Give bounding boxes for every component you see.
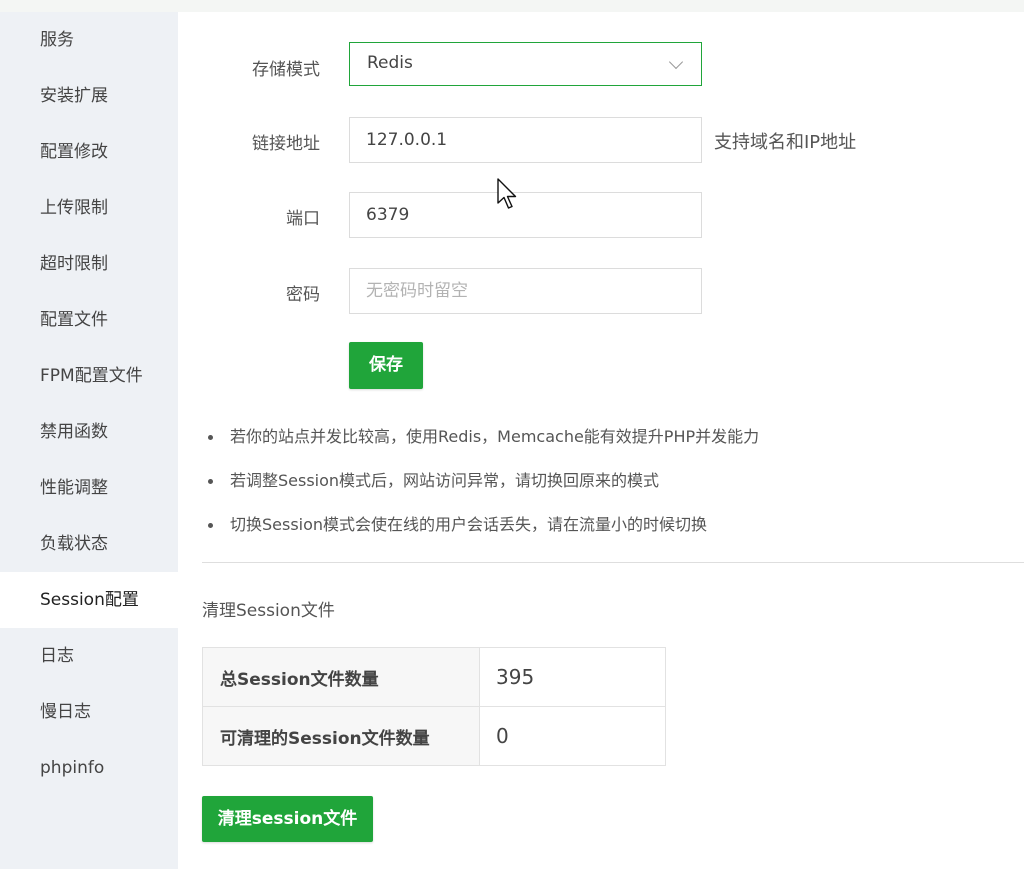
top-bar xyxy=(0,0,1024,12)
port-label: 端口 xyxy=(286,209,320,229)
stat-label: 可清理的Session文件数量 xyxy=(202,706,480,766)
sidebar-item-config-edit[interactable]: 配置修改 xyxy=(0,124,178,180)
stat-value: 0 xyxy=(479,706,666,766)
port-input[interactable]: 6379 xyxy=(349,192,702,238)
session-stats-table: 总Session文件数量 395 可清理的Session文件数量 0 xyxy=(202,647,666,766)
password-label: 密码 xyxy=(286,285,320,305)
sidebar: 服务 安装扩展 配置修改 上传限制 超时限制 配置文件 FPM配置文件 禁用函数… xyxy=(0,12,178,869)
sidebar-item-disabled-functions[interactable]: 禁用函数 xyxy=(0,404,178,460)
sidebar-item-log[interactable]: 日志 xyxy=(0,628,178,684)
table-row: 总Session文件数量 395 xyxy=(202,647,666,707)
sidebar-item-upload-limit[interactable]: 上传限制 xyxy=(0,180,178,236)
sidebar-item-phpinfo[interactable]: phpinfo xyxy=(0,740,178,796)
sidebar-item-load-status[interactable]: 负载状态 xyxy=(0,516,178,572)
chevron-down-icon xyxy=(668,54,684,70)
tip-text: 切换Session模式会使在线的用户会话丢失，请在流量小的时候切换 xyxy=(230,515,708,534)
host-label: 链接地址 xyxy=(252,134,320,154)
tip-item: 切换Session模式会使在线的用户会话丢失，请在流量小的时候切换 xyxy=(202,512,1002,556)
sidebar-item-slow-log[interactable]: 慢日志 xyxy=(0,684,178,740)
table-row: 可清理的Session文件数量 0 xyxy=(202,706,666,766)
main-panel: 存储模式 Redis 链接地址 127.0.0.1 支持域名和IP地址 端口 6… xyxy=(178,12,1024,869)
tip-item: 若你的站点并发比较高，使用Redis，Memcache能有效提升PHP并发能力 xyxy=(202,424,1002,468)
tip-text: 若调整Session模式后，网站访问异常，请切换回原来的模式 xyxy=(230,471,660,490)
tip-item: 若调整Session模式后，网站访问异常，请切换回原来的模式 xyxy=(202,468,1002,512)
save-button[interactable]: 保存 xyxy=(349,342,423,389)
storage-mode-label: 存储模式 xyxy=(252,60,320,80)
stat-label: 总Session文件数量 xyxy=(202,647,480,707)
sidebar-item-session-config[interactable]: Session配置 xyxy=(0,572,178,628)
sidebar-item-service[interactable]: 服务 xyxy=(0,12,178,68)
host-hint: 支持域名和IP地址 xyxy=(714,132,857,153)
tip-text: 若你的站点并发比较高，使用Redis，Memcache能有效提升PHP并发能力 xyxy=(230,427,760,446)
bullet-icon xyxy=(208,435,213,440)
section-divider xyxy=(202,562,1024,563)
host-input[interactable]: 127.0.0.1 xyxy=(349,117,702,163)
storage-mode-value: Redis xyxy=(367,53,413,73)
sidebar-item-performance[interactable]: 性能调整 xyxy=(0,460,178,516)
bullet-icon xyxy=(208,523,213,528)
password-input[interactable]: 无密码时留空 xyxy=(349,268,702,314)
sidebar-item-install-extension[interactable]: 安装扩展 xyxy=(0,68,178,124)
storage-mode-select[interactable]: Redis xyxy=(349,42,702,86)
sidebar-item-fpm-config[interactable]: FPM配置文件 xyxy=(0,348,178,404)
stat-value: 395 xyxy=(479,647,666,707)
sidebar-item-config-file[interactable]: 配置文件 xyxy=(0,292,178,348)
tips-list: 若你的站点并发比较高，使用Redis，Memcache能有效提升PHP并发能力 … xyxy=(202,424,1002,556)
sidebar-item-timeout-limit[interactable]: 超时限制 xyxy=(0,236,178,292)
cleanup-section-title: 清理Session文件 xyxy=(202,601,335,621)
bullet-icon xyxy=(208,479,213,484)
clean-session-button[interactable]: 清理session文件 xyxy=(202,796,373,842)
mouse-cursor-icon xyxy=(497,178,517,209)
